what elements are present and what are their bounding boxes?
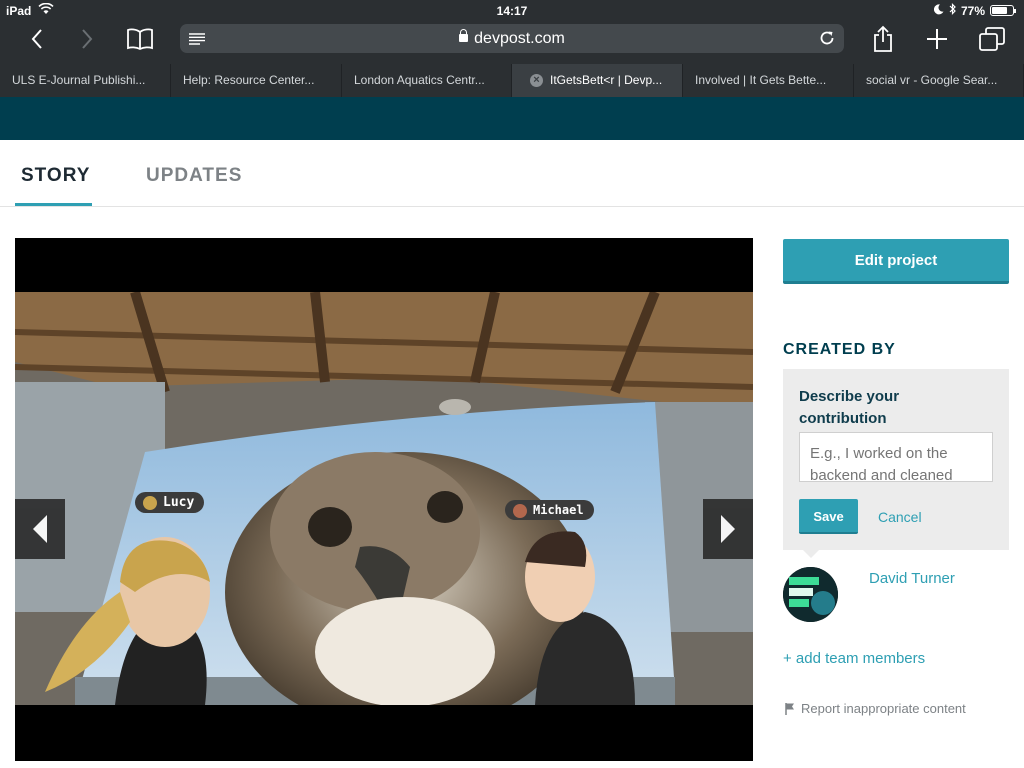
add-team-members-link[interactable]: + add team members [783,650,925,667]
tab-title: ItGetsBett<r | Devp... [550,73,663,87]
tab-strip: ULS E-Journal Publishi... Help: Resource… [0,64,1024,97]
status-right: 77% [933,3,1016,18]
tab-title: Help: Resource Center... [183,73,315,87]
avatar-label-michael: Michael [505,500,594,520]
new-tab-button[interactable] [922,24,952,54]
active-tab-indicator [15,203,92,206]
lock-icon [459,29,469,42]
cancel-link[interactable]: Cancel [878,509,922,525]
browser-tab[interactable]: Help: Resource Center... [171,64,342,97]
bluetooth-icon [949,3,956,18]
contribution-form: Describe your contribution Save Cancel [783,369,1009,558]
created-by-heading: CREATED BY [783,341,896,358]
contribution-label: Describe your contribution [799,388,900,427]
battery-icon [990,5,1016,16]
tabs-overview-button[interactable] [976,24,1008,54]
close-tab-icon[interactable]: × [530,74,543,87]
contribution-input[interactable] [799,432,993,482]
project-gallery[interactable]: Lucy Michael [15,238,753,761]
moon-icon [933,3,944,18]
browser-tab-active[interactable]: × ItGetsBett<r | Devp... [512,64,683,97]
edit-project-button[interactable]: Edit project [783,239,1009,284]
tab-updates[interactable]: UPDATES [146,165,242,187]
battery-level-fill [992,7,1008,14]
avatar-name-lucy: Lucy [163,495,195,510]
tab-title: London Aquatics Centr... [354,73,485,87]
arrow-left-icon [33,515,47,543]
battery-percent: 77% [960,3,985,18]
report-link[interactable]: Report inappropriate content [785,701,966,716]
tab-title: Involved | It Gets Bette... [695,73,827,87]
bookmarks-button[interactable] [122,24,158,54]
tab-title: ULS E-Journal Publishi... [12,73,146,87]
arrow-right-icon [721,515,735,543]
browser-tab[interactable]: London Aquatics Centr... [342,64,512,97]
save-button[interactable]: Save [799,499,858,534]
address-bar[interactable]: devpost.com [180,24,844,53]
tab-title: social vr - Google Sear... [866,73,998,87]
report-label: Report inappropriate content [801,701,966,716]
avatar-head-icon [513,504,527,518]
flag-icon [785,702,794,715]
status-bar: iPad 14:17 77% [0,0,1024,20]
team-member-name[interactable]: David Turner [869,570,955,587]
browser-tab[interactable]: ULS E-Journal Publishi... [0,64,171,97]
address-url: devpost.com [474,30,565,47]
project-tabs: STORY UPDATES [0,140,1024,207]
status-time: 14:17 [496,4,528,18]
browser-chrome: iPad 14:17 77% devpost.com ULS E-Journal… [0,0,1024,97]
tab-story[interactable]: STORY [21,165,90,187]
gallery-image: Lucy Michael [15,292,753,705]
browser-tab[interactable]: Involved | It Gets Bette... [683,64,854,97]
site-header-band [0,97,1024,140]
avatar-head-icon [143,496,157,510]
avatar-name-michael: Michael [533,503,584,517]
avatar-label-lucy: Lucy [135,492,205,513]
back-button[interactable] [22,24,52,54]
gallery-prev-button[interactable] [15,499,65,559]
gallery-next-button[interactable] [703,499,753,559]
browser-tab[interactable]: social vr - Google Sear... [854,64,1024,97]
share-button[interactable] [868,24,898,54]
forward-button[interactable] [72,24,102,54]
avatar[interactable] [783,567,838,622]
reload-icon[interactable] [818,29,836,52]
